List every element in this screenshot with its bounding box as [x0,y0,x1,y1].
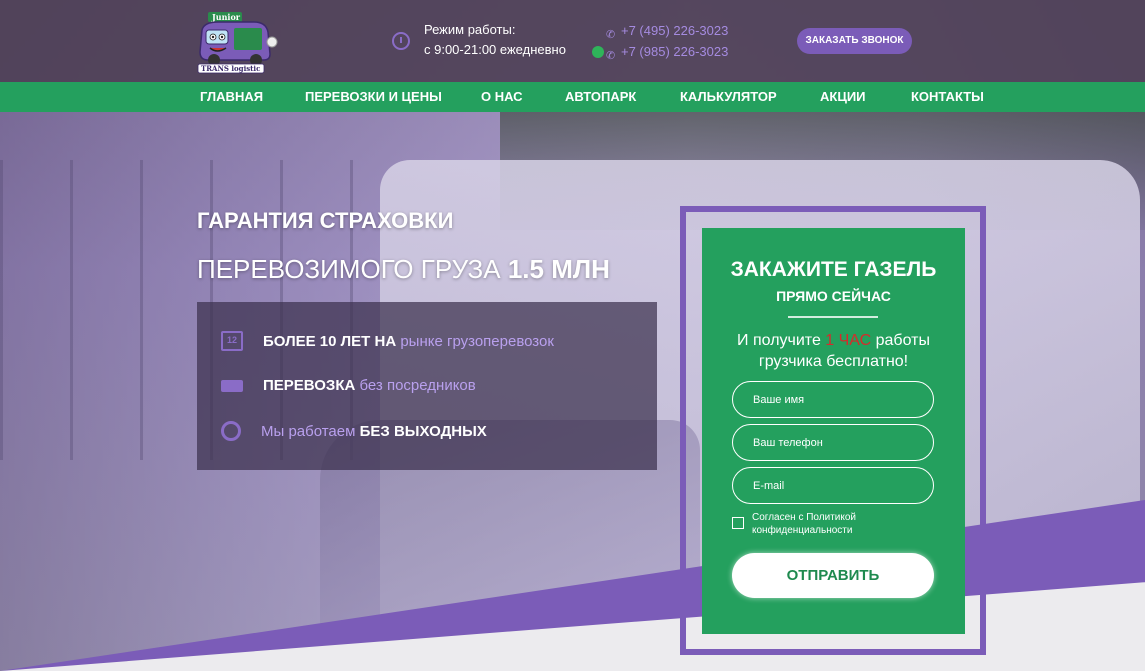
name-field[interactable] [732,381,934,418]
feature-item: Мы работаем БЕЗ ВЫХОДНЫХ [221,420,487,442]
feature-soft-text: рынке грузоперевозок [400,332,554,350]
nav-item-transport-prices[interactable]: ПЕРЕВОЗКИ И ЦЕНЫ [305,82,442,112]
phone-numbers: ✆ +7 (495) 226-3023 ✆ +7 (985) 226-3023 [592,20,728,62]
nav-item-contacts[interactable]: КОНТАКТЫ [911,82,984,112]
clock-icon [392,32,410,50]
phone-line-2: ✆ +7 (985) 226-3023 [592,41,728,62]
phone-icon: ✆ [606,49,616,62]
hero-title: ГАРАНТИЯ СТРАХОВКИ [197,208,454,233]
nav-item-promotions[interactable]: АКЦИИ [820,82,866,112]
order-call-button[interactable]: ЗАКАЗАТЬ ЗВОНОК [797,28,912,54]
feature-strong-text: ПЕРЕВОЗКА [263,376,356,394]
feature-item: 12 БОЛЕЕ 10 ЛЕТ НА рынке грузоперевозок [221,330,554,352]
site-header: Junior TRANS logistic Режим работы: с 9:… [0,0,1145,82]
offer-highlight: 1 ЧАС [825,332,872,349]
submit-button[interactable]: ОТПРАВИТЬ [732,553,934,598]
feature-soft-text: без посредников [359,376,476,394]
nav-item-fleet[interactable]: АВТОПАРК [565,82,636,112]
form-title: ЗАКАЖИТЕ ГАЗЕЛЬ [730,258,937,281]
email-field[interactable] [732,467,934,504]
svg-text:Junior: Junior [211,12,241,22]
calendar-icon: 12 [221,331,243,351]
main-navigation: ГЛАВНАЯ ПЕРЕВОЗКИ И ЦЕНЫ О НАС АВТОПАРК … [0,82,1145,112]
phone-link-2[interactable]: +7 (985) 226-3023 [621,41,728,62]
working-hours-label: Режим работы: [424,22,516,37]
feature-strong-text: БОЛЕЕ 10 ЛЕТ НА [263,332,397,350]
working-hours-value: с 9:00-21:00 ежедневно [424,42,566,57]
form-divider [788,316,878,318]
svg-text:TRANS logistic: TRANS logistic [201,64,260,73]
consent-label[interactable]: Согласен с Политикой конфиденциальности [752,511,892,537]
offer-prefix: И получите [737,332,826,349]
truck-icon [221,380,243,392]
whatsapp-icon[interactable] [592,45,604,58]
feature-soft-text: Мы работаем [261,422,356,440]
hero-subtitle-text: ПЕРЕВОЗИМОГО ГРУЗА [197,254,508,284]
hero-subtitle: ПЕРЕВОЗИМОГО ГРУЗА 1.5 МЛН [197,254,610,285]
feature-item: ПЕРЕВОЗКА без посредников [221,374,476,396]
form-offer-text: И получите 1 ЧАС работы грузчика бесплат… [712,330,955,372]
company-logo[interactable]: Junior TRANS logistic [196,8,280,74]
consent-checkbox[interactable] [732,517,744,529]
stopwatch-icon [221,421,241,441]
phone-line-1: ✆ +7 (495) 226-3023 [592,20,728,41]
feature-strong-text: БЕЗ ВЫХОДНЫХ [359,422,487,440]
features-panel: 12 БОЛЕЕ 10 ЛЕТ НА рынке грузоперевозок … [197,302,657,470]
nav-item-calculator[interactable]: КАЛЬКУЛЯТОР [680,82,777,112]
phone-link-1[interactable]: +7 (495) 226-3023 [621,20,728,41]
hero-subtitle-amount: 1.5 МЛН [507,254,610,284]
phone-icon: ✆ [606,28,616,41]
nav-item-home[interactable]: ГЛАВНАЯ [200,82,263,112]
form-subtitle: ПРЯМО СЕЙЧАС [776,288,891,304]
phone-field[interactable] [732,424,934,461]
nav-item-about[interactable]: О НАС [481,82,523,112]
